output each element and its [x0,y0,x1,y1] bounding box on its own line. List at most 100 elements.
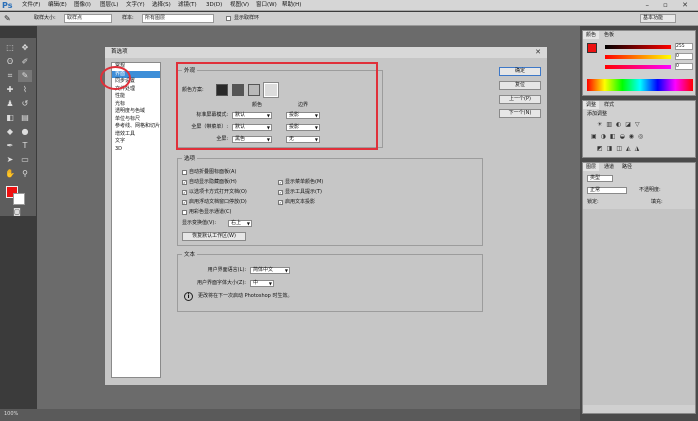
menu-file[interactable]: 文件(F) [22,0,40,11]
tab-paths[interactable]: 路径 [619,163,635,171]
show-ring-checkbox[interactable] [226,16,231,21]
menu-colors-checkbox[interactable]: ✓ [278,180,283,185]
auto-show-hidden-checkbox[interactable]: ✓ [182,180,187,185]
menu-view[interactable]: 视图(V) [230,0,249,11]
menu-edit[interactable]: 编辑(E) [48,0,67,11]
eraser-tool-icon[interactable]: ◧ [3,112,17,124]
adjustment-icons-row3[interactable]: ◩◨◫◭◮ [597,145,687,153]
tools-panel: ⬚ ✥ ʘ ✐ ⌗ ✎ ✚ ⌇ ♟ ↺ ◧ ▤ ◆ ● ✒ T ➤ ▭ ✋ ⚲ … [0,38,36,216]
red-slider[interactable] [605,45,671,49]
tooltips-checkbox[interactable]: ✓ [278,190,283,195]
tab-styles[interactable]: 样式 [601,101,617,109]
fg-color-chip[interactable] [587,43,597,53]
layers-panel: 图层 通道 路径 类型 正常 不透明度: 锁定: 填充: [582,162,696,414]
zoom-tool-icon[interactable]: ⚲ [18,168,32,180]
category-item[interactable]: 性能 [112,93,160,101]
tab-color[interactable]: 颜色 [583,31,600,39]
previous-button[interactable]: 上一个(P) [499,95,541,104]
category-item[interactable]: 文字 [112,138,160,146]
category-item[interactable]: 参考线、网格和切片 [112,123,160,131]
close-icon[interactable]: ✕ [532,48,544,57]
color-channels-checkbox[interactable] [182,210,187,215]
red-value[interactable]: 255 [675,43,693,50]
restart-note: 更改将在下一次启动 Photoshop 时生效。 [198,293,293,299]
add-adjustment-label: 添加调整 [587,111,608,117]
next-button[interactable]: 下一个(N) [499,109,541,118]
blue-slider[interactable] [605,65,671,69]
green-value[interactable]: 0 [675,53,693,60]
adjustment-icons-row1[interactable]: ☀▥◐◪▽ [597,121,687,129]
layer-kind-filter[interactable]: 类型 [587,175,613,182]
auto-collapse-checkbox[interactable] [182,170,187,175]
sample-select[interactable]: 所有图层 [142,14,214,23]
category-item[interactable]: 3D [112,146,160,154]
shape-tool-icon[interactable]: ▭ [18,154,32,166]
green-slider[interactable] [605,55,671,59]
marquee-tool-icon[interactable]: ⬚ [3,42,17,54]
options-legend: 选项 [184,156,196,162]
move-tool-icon[interactable]: ✥ [18,42,32,54]
tab-adjustments[interactable]: 调整 [583,101,600,109]
pen-tool-icon[interactable]: ✒ [3,140,17,152]
menu-layer[interactable]: 图层(L) [100,0,118,11]
color-channels-label: 用彩色显示通道(C) [189,209,232,215]
category-item[interactable]: 单位与标尺 [112,116,160,124]
quick-select-tool-icon[interactable]: ✐ [18,56,32,68]
auto-collapse-label: 自动折叠图标面板(A) [189,169,237,175]
layers-list [583,209,695,405]
brush-tool-icon[interactable]: ⌇ [18,84,32,96]
blue-value[interactable]: 0 [675,63,693,70]
menu-window[interactable]: 窗口(W) [256,0,277,11]
sample-size-select[interactable]: 取样点 [64,14,112,23]
quick-mask-icon[interactable]: ◙ [10,206,24,218]
workspace-select[interactable]: 基本功能 [640,14,676,23]
gradient-tool-icon[interactable]: ▤ [18,112,32,124]
tab-layers[interactable]: 图层 [583,163,600,171]
text-shadow-checkbox[interactable]: ✓ [278,200,283,205]
reset-workspace-button[interactable]: 恢复默认工作区(W) [182,232,246,241]
stamp-tool-icon[interactable]: ♟ [3,98,17,110]
adjustment-icons-row2[interactable]: ▣◑◧◒◉◎ [591,133,691,141]
window-controls[interactable]: – ▫ ✕ [645,0,694,10]
history-brush-tool-icon[interactable]: ↺ [18,98,32,110]
options-group: 选项 自动折叠图标面板(A) ✓ 自动显示隐藏面板(H) ✓ 以选项卡方式打开文… [177,154,483,246]
menu-type[interactable]: 文字(Y) [126,0,145,11]
blur-tool-icon[interactable]: ◆ [3,126,17,138]
background-color-swatch[interactable] [13,193,25,205]
dodge-tool-icon[interactable]: ● [18,126,32,138]
transform-values-select[interactable]: 右上 ▼ [228,220,252,227]
tab-swatches[interactable]: 色板 [601,31,617,39]
category-item[interactable]: 透明度与色域 [112,108,160,116]
type-tool-icon[interactable]: T [18,140,32,152]
ui-font-size-select[interactable]: 中 ▼ [250,280,274,287]
healing-tool-icon[interactable]: ✚ [3,84,17,96]
ui-language-select[interactable]: 简体中文 ▼ [250,267,290,274]
crop-tool-icon[interactable]: ⌗ [3,70,17,82]
color-ramp[interactable] [587,79,693,91]
reset-button[interactable]: 复位 [499,81,541,90]
open-as-tabs-checkbox[interactable]: ✓ [182,190,187,195]
menu-select[interactable]: 选择(S) [152,0,171,11]
menu-filter[interactable]: 滤镜(T) [178,0,197,11]
hand-tool-icon[interactable]: ✋ [3,168,17,180]
eyedropper-icon[interactable]: ✎ [4,14,14,23]
ok-button[interactable]: 确定 [499,67,541,76]
blend-mode-select[interactable]: 正常 [587,187,627,194]
photoshop-logo: Ps [2,1,13,10]
menu-3d[interactable]: 3D(D) [206,0,222,11]
floating-dock-checkbox[interactable]: ✓ [182,200,187,205]
menu-image[interactable]: 图像(I) [74,0,91,11]
category-item[interactable]: 光标 [112,101,160,109]
eyedropper-tool-icon[interactable]: ✎ [18,70,32,82]
category-item[interactable]: 增效工具 [112,131,160,139]
text-group: 文本 用户界面语言(L): 简体中文 ▼ 用户界面字体大小(Z): 中 ▼ i 更改… [177,250,483,312]
menu-help[interactable]: 帮助(H) [282,0,301,11]
lasso-tool-icon[interactable]: ʘ [3,56,17,68]
path-select-tool-icon[interactable]: ➤ [3,154,17,166]
tab-channels[interactable]: 通道 [601,163,617,171]
text-shadow-label: 启用文本投影 [285,199,316,205]
tooltips-label: 显示工具提示(T) [285,189,322,195]
sample-size-label: 取样大小: [34,15,56,21]
show-ring-label: 显示取样环 [234,15,260,21]
menu-bar: Ps 文件(F) 编辑(E) 图像(I) 图层(L) 文字(Y) 选择(S) 滤… [0,0,698,11]
